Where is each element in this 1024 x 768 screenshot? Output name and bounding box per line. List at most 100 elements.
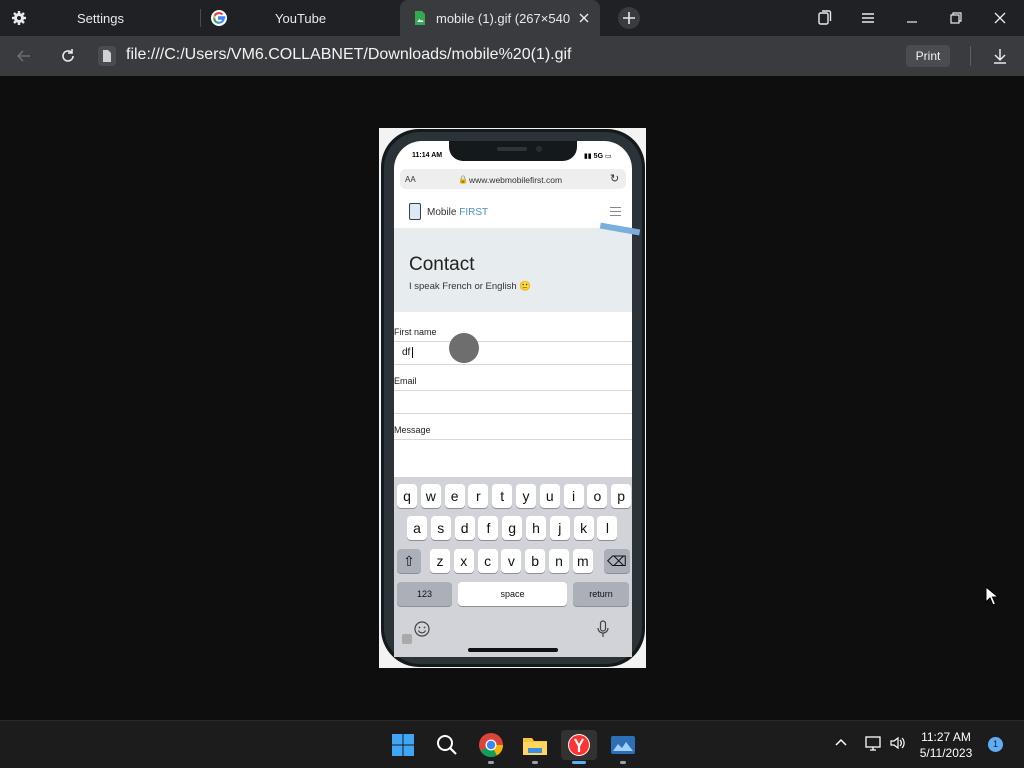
windows-start-icon <box>392 734 414 756</box>
tab-youtube[interactable]: YouTube <box>200 0 400 36</box>
field-divider <box>394 390 632 391</box>
key-j: j <box>549 516 570 540</box>
running-indicator <box>488 761 494 764</box>
emoji-icon <box>414 621 430 637</box>
file-explorer-icon <box>523 738 547 755</box>
notification-badge[interactable]: 1 <box>988 737 1003 752</box>
key-h: h <box>526 516 546 540</box>
first-name-value: df <box>402 347 411 358</box>
status-time: 11:14 AM <box>412 152 443 159</box>
menu-icon[interactable] <box>859 9 877 27</box>
key-b: b <box>525 549 546 573</box>
key-g: g <box>502 516 523 540</box>
network-icon[interactable] <box>864 734 882 752</box>
new-tab-button[interactable] <box>618 7 640 29</box>
shift-key: ⇧ <box>397 549 421 573</box>
gif-artifact <box>402 634 412 644</box>
taskbar-image-viewer[interactable] <box>608 730 638 760</box>
key-q: q <box>397 484 417 508</box>
key-v: v <box>501 549 522 573</box>
tab-mobile-gif[interactable]: mobile (1).gif (267×540 <box>400 0 600 36</box>
back-arrow-icon[interactable] <box>14 46 34 66</box>
taskbar-search-button[interactable] <box>432 730 462 760</box>
status-network: ▮▮ 5G ▭ <box>584 152 612 160</box>
image-file-icon <box>415 11 425 25</box>
key-f: f <box>478 516 499 540</box>
field-divider <box>394 413 632 414</box>
close-tab-icon[interactable] <box>576 10 592 26</box>
running-indicator <box>620 761 626 764</box>
key-t: t <box>492 484 513 508</box>
phone-camera <box>536 146 542 152</box>
tab-label: YouTube <box>275 11 327 26</box>
phone-logo-icon <box>409 203 421 220</box>
text-caret <box>412 347 413 358</box>
key-r: r <box>468 484 489 508</box>
backspace-key: ⌫ <box>604 549 630 573</box>
close-window-icon[interactable] <box>991 9 1009 27</box>
image-viewer-icon <box>611 736 635 754</box>
reload-icon[interactable] <box>58 46 78 66</box>
running-indicator <box>532 761 538 764</box>
taskbar-chrome[interactable] <box>476 730 506 760</box>
field-divider <box>394 341 632 342</box>
chevron-up-icon[interactable] <box>832 734 850 752</box>
logo-main: Mobile <box>427 207 457 218</box>
restore-icon[interactable] <box>947 9 965 27</box>
page-subtitle: I speak French or English 🙂 <box>409 281 532 292</box>
taskbar-yandex-browser[interactable] <box>561 730 597 760</box>
key-u: u <box>539 484 560 508</box>
logo-accent: FIRST <box>459 207 489 218</box>
google-icon <box>211 10 227 26</box>
plus-icon <box>623 12 635 24</box>
phone-notch <box>449 141 577 161</box>
key-x: x <box>453 549 474 573</box>
key-p: p <box>611 484 632 508</box>
hamburger-icon <box>610 207 621 216</box>
toolbar-divider <box>970 46 971 66</box>
collections-icon[interactable] <box>815 9 833 27</box>
tab-settings[interactable]: Settings <box>0 0 200 36</box>
home-indicator <box>468 648 558 652</box>
space-key: space <box>458 582 567 606</box>
lock-icon: 🔒 <box>458 175 468 184</box>
taskbar-file-explorer[interactable] <box>520 730 550 760</box>
gear-icon <box>12 11 26 25</box>
key-m: m <box>572 549 593 573</box>
battery-icon: ▭ <box>604 153 612 160</box>
text-size-button: AA <box>405 175 416 184</box>
start-button[interactable] <box>388 730 418 760</box>
taskbar-clock[interactable]: 11:27 AM 5/11/2023 <box>906 729 986 761</box>
microphone-icon <box>597 620 609 637</box>
site-url: www.webmobilefirst.com <box>469 175 563 185</box>
address-toolbar: file:///C:/Users/VM6.COLLABNET/Downloads… <box>0 36 1024 76</box>
key-i: i <box>563 484 584 508</box>
site-logo: Mobile FIRST <box>427 207 488 218</box>
touch-indicator <box>449 333 479 363</box>
key-z: z <box>430 549 450 573</box>
key-n: n <box>549 549 569 573</box>
key-c: c <box>477 549 498 573</box>
key-a: a <box>407 516 427 540</box>
print-button[interactable]: Print <box>906 45 950 67</box>
key-k: k <box>573 516 594 540</box>
key-d: d <box>454 516 475 540</box>
tab-label: Settings <box>77 11 124 26</box>
volume-icon[interactable] <box>889 734 907 752</box>
key-o: o <box>587 484 608 508</box>
email-label: Email <box>394 376 417 386</box>
url-field[interactable]: file:///C:/Users/VM6.COLLABNET/Downloads… <box>126 46 572 64</box>
download-icon[interactable] <box>990 46 1010 66</box>
yandex-browser-icon <box>568 734 590 756</box>
minimize-icon[interactable] <box>903 9 921 27</box>
mouse-cursor-icon <box>985 586 999 606</box>
phone-reload-icon: ↻ <box>610 173 620 185</box>
key-s: s <box>430 516 451 540</box>
field-divider <box>394 439 632 440</box>
file-icon <box>98 46 116 66</box>
tab-strip: Settings YouTube mobile (1).gif (267×540 <box>0 0 1024 36</box>
search-icon <box>437 735 457 755</box>
phone-speaker <box>497 147 527 151</box>
key-l: l <box>597 516 618 540</box>
first-name-label: First name <box>394 327 437 337</box>
